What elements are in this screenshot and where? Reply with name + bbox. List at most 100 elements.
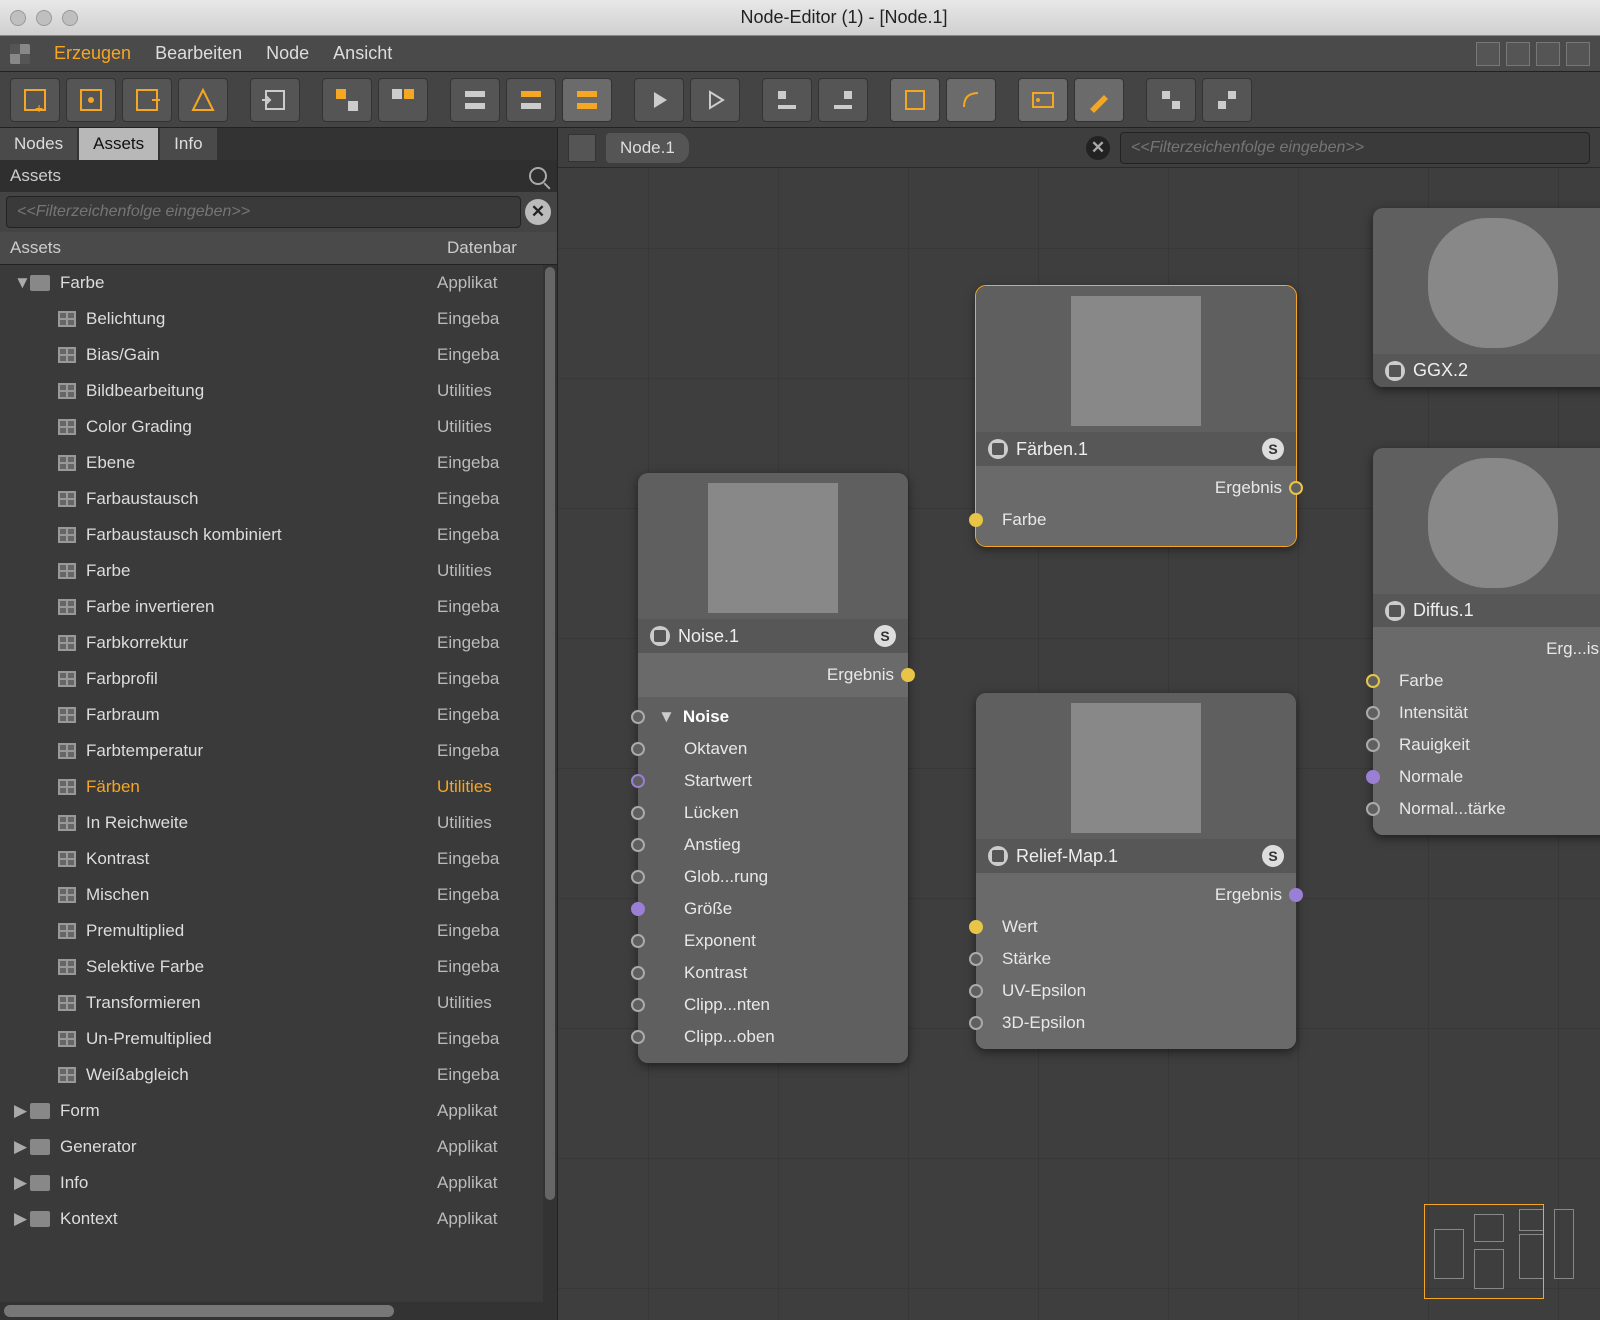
graph-home-icon[interactable]: [568, 134, 596, 162]
tree-item[interactable]: Farbe invertierenEingeba: [0, 589, 557, 625]
graph-filter-input[interactable]: [1120, 132, 1590, 164]
output-port[interactable]: [901, 668, 915, 682]
tool-align-2[interactable]: [818, 78, 868, 122]
menu-ansicht[interactable]: Ansicht: [333, 43, 392, 64]
input-port[interactable]: [969, 984, 983, 998]
input-port[interactable]: [969, 920, 983, 934]
tree-item[interactable]: BildbearbeitungUtilities: [0, 373, 557, 409]
output-port[interactable]: [1289, 888, 1303, 902]
tool-align-1[interactable]: [762, 78, 812, 122]
tree-item[interactable]: FarbtemperaturEingeba: [0, 733, 557, 769]
tree-item[interactable]: FärbenUtilities: [0, 769, 557, 805]
layout-icon-2[interactable]: [1506, 42, 1530, 66]
clear-filter-icon[interactable]: ✕: [525, 199, 551, 225]
tree-item[interactable]: Bias/GainEingeba: [0, 337, 557, 373]
input-port[interactable]: [631, 934, 645, 948]
layout-icon-1[interactable]: [1476, 42, 1500, 66]
tab-nodes[interactable]: Nodes: [0, 128, 77, 160]
input-port[interactable]: [1366, 738, 1380, 752]
tree-item[interactable]: BelichtungEingeba: [0, 301, 557, 337]
tool-frame[interactable]: [890, 78, 940, 122]
input-port[interactable]: [631, 902, 645, 916]
solo-icon[interactable]: S: [1262, 438, 1284, 460]
tool-group-1[interactable]: [322, 78, 372, 122]
input-port[interactable]: [969, 513, 983, 527]
input-port[interactable]: [969, 952, 983, 966]
input-port[interactable]: [631, 966, 645, 980]
tool-new-node[interactable]: +: [10, 78, 60, 122]
tool-preview[interactable]: [1018, 78, 1068, 122]
input-port[interactable]: [1366, 770, 1380, 784]
menu-node[interactable]: Node: [266, 43, 309, 64]
tree-folder[interactable]: ▶KontextApplikat: [0, 1201, 557, 1237]
input-port[interactable]: [631, 998, 645, 1012]
tool-misc-2[interactable]: [1202, 78, 1252, 122]
graph-minimap[interactable]: [1424, 1204, 1584, 1304]
expand-icon[interactable]: ▶: [14, 1173, 30, 1193]
close-window-icon[interactable]: [10, 10, 26, 26]
menu-erzeugen[interactable]: Erzeugen: [54, 43, 131, 64]
expand-icon[interactable]: ▶: [14, 1209, 30, 1229]
node-graph[interactable]: Node.1 ✕ Noise.1 S Ergebnis ▼Noise Oktav…: [558, 128, 1600, 1320]
tree-item[interactable]: Selektive FarbeEingeba: [0, 949, 557, 985]
input-port[interactable]: [631, 1030, 645, 1044]
vertical-scrollbar[interactable]: [543, 265, 557, 1302]
tree-item[interactable]: WeißabgleichEingeba: [0, 1057, 557, 1093]
tree-folder[interactable]: ▶InfoApplikat: [0, 1165, 557, 1201]
tree-item[interactable]: FarbkorrekturEingeba: [0, 625, 557, 661]
tool-group-2[interactable]: [378, 78, 428, 122]
tree-item[interactable]: PremultipliedEingeba: [0, 913, 557, 949]
tab-assets[interactable]: Assets: [79, 128, 158, 160]
node-noise[interactable]: Noise.1 S Ergebnis ▼Noise OktavenStartwe…: [638, 473, 908, 1063]
expand-icon[interactable]: ▶: [14, 1137, 30, 1157]
tree-item[interactable]: TransformierenUtilities: [0, 985, 557, 1021]
expand-icon[interactable]: ▼: [14, 273, 30, 293]
expand-icon[interactable]: ▶: [14, 1101, 30, 1121]
tree-folder[interactable]: ▶GeneratorApplikat: [0, 1129, 557, 1165]
tree-folder[interactable]: ▼FarbeApplikat: [0, 265, 557, 301]
tool-play-alt[interactable]: [690, 78, 740, 122]
tree-item[interactable]: Farbaustausch kombiniertEingeba: [0, 517, 557, 553]
input-port[interactable]: [1366, 802, 1380, 816]
tree-item[interactable]: FarbeUtilities: [0, 553, 557, 589]
tree-item[interactable]: FarbaustauschEingeba: [0, 481, 557, 517]
asset-tree[interactable]: ▼FarbeApplikatBelichtungEingebaBias/Gain…: [0, 265, 557, 1237]
graph-close-icon[interactable]: ✕: [1086, 136, 1110, 160]
lock-icon[interactable]: [1536, 42, 1560, 66]
tree-item[interactable]: In ReichweiteUtilities: [0, 805, 557, 841]
tool-rows-1[interactable]: [450, 78, 500, 122]
search-icon[interactable]: [529, 167, 547, 185]
add-panel-icon[interactable]: [1566, 42, 1590, 66]
input-port[interactable]: [631, 870, 645, 884]
tree-folder[interactable]: ▶FormApplikat: [0, 1093, 557, 1129]
tree-item[interactable]: KontrastEingeba: [0, 841, 557, 877]
input-port[interactable]: [969, 1016, 983, 1030]
node-relief[interactable]: Relief-Map.1 S Ergebnis Wert Stärke UV-E…: [976, 693, 1296, 1049]
minimize-window-icon[interactable]: [36, 10, 52, 26]
node-diffus[interactable]: Diffus.1 Erg...is Farbe Intensität Rauig…: [1373, 448, 1600, 835]
tool-snap[interactable]: [946, 78, 996, 122]
tool-rows-2[interactable]: [506, 78, 556, 122]
node-faerben[interactable]: Färben.1 S Ergebnis Farbe: [976, 286, 1296, 546]
column-database[interactable]: Datenbar: [437, 232, 557, 264]
tool-misc-1[interactable]: [1146, 78, 1196, 122]
solo-icon[interactable]: S: [1262, 845, 1284, 867]
tree-item[interactable]: FarbraumEingeba: [0, 697, 557, 733]
tool-rows-3[interactable]: [562, 78, 612, 122]
asset-filter-input[interactable]: [6, 196, 521, 228]
tree-item[interactable]: FarbprofilEingeba: [0, 661, 557, 697]
tree-item[interactable]: Color GradingUtilities: [0, 409, 557, 445]
input-port[interactable]: [631, 742, 645, 756]
horizontal-scrollbar[interactable]: [0, 1302, 557, 1320]
output-port[interactable]: [1289, 481, 1303, 495]
input-port[interactable]: [1366, 706, 1380, 720]
tool-triangle[interactable]: [178, 78, 228, 122]
tool-node-out[interactable]: [122, 78, 172, 122]
zoom-window-icon[interactable]: [62, 10, 78, 26]
node-ggx[interactable]: GGX.2: [1373, 208, 1600, 387]
input-port[interactable]: [631, 806, 645, 820]
tool-play[interactable]: [634, 78, 684, 122]
tree-item[interactable]: EbeneEingeba: [0, 445, 557, 481]
tab-info[interactable]: Info: [160, 128, 216, 160]
input-port[interactable]: [1366, 674, 1380, 688]
